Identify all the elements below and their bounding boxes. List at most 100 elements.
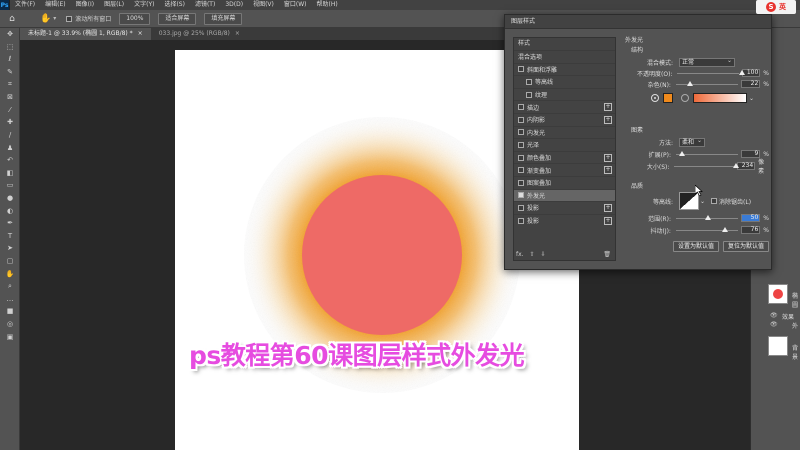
- dodge-tool-icon[interactable]: ◐: [0, 204, 20, 217]
- history-brush-icon[interactable]: ↶: [0, 154, 20, 167]
- blend-options-item[interactable]: 混合选项: [514, 50, 615, 63]
- slider-thumb[interactable]: [705, 214, 712, 220]
- crop-tool-icon[interactable]: ⌗: [0, 78, 20, 91]
- style-checkbox[interactable]: [518, 129, 524, 136]
- menu-item[interactable]: 图像(I): [71, 0, 99, 10]
- screen-mode-icon[interactable]: ▣: [0, 330, 20, 343]
- style-checkbox[interactable]: [518, 179, 524, 186]
- checkbox-box[interactable]: [66, 15, 73, 22]
- blend-mode-select[interactable]: 正常: [679, 57, 735, 67]
- style-checkbox[interactable]: [518, 154, 524, 161]
- style-checkbox[interactable]: [526, 91, 532, 98]
- zoom-100-button[interactable]: 100%: [119, 12, 151, 25]
- style-item[interactable]: 颜色叠加 +: [514, 150, 615, 164]
- style-item[interactable]: 内发光: [514, 125, 615, 139]
- tab-033-jpg[interactable]: 033.jpg @ 25% (RGB/8) ×: [150, 28, 248, 40]
- tab-untitled-1[interactable]: 未标题-1 @ 33.9% (椭圆 1, RGB/8) * ×: [20, 28, 151, 40]
- menu-item[interactable]: 文字(Y): [129, 0, 159, 10]
- ime-indicator[interactable]: S 英: [756, 0, 796, 14]
- glow-gradient-swatch[interactable]: [693, 93, 747, 103]
- add-style-button[interactable]: +: [604, 115, 612, 124]
- menu-item[interactable]: 图层(L): [99, 0, 129, 10]
- noise-input[interactable]: 22: [741, 80, 761, 88]
- style-item[interactable]: 内阴影 +: [514, 112, 615, 126]
- move-tool-icon[interactable]: ✥: [0, 28, 20, 41]
- home-icon[interactable]: ⌂: [6, 13, 18, 25]
- slider-thumb[interactable]: [732, 162, 739, 168]
- size-input[interactable]: 234: [736, 162, 756, 170]
- trash-icon[interactable]: 🗑: [603, 251, 611, 258]
- style-checkbox[interactable]: [526, 78, 532, 85]
- style-checkbox[interactable]: [518, 104, 524, 111]
- spread-slider[interactable]: [675, 150, 739, 156]
- blur-tool-icon[interactable]: ●: [0, 192, 20, 205]
- healing-brush-icon[interactable]: ✚: [0, 116, 20, 129]
- eye-icon[interactable]: 👁: [770, 321, 778, 328]
- style-checkbox[interactable]: [518, 192, 524, 199]
- more-tools-icon[interactable]: …: [0, 292, 20, 305]
- chevron-down-icon[interactable]: ⌄: [700, 198, 705, 205]
- styles-header[interactable]: 样式: [514, 38, 615, 50]
- brush-tool-icon[interactable]: /: [0, 129, 20, 142]
- zoom-tool-icon[interactable]: ⌕: [0, 280, 20, 293]
- style-item[interactable]: 斜面和浮雕: [514, 62, 615, 76]
- antialias-checkbox[interactable]: [711, 198, 718, 204]
- menu-item[interactable]: 选择(S): [159, 0, 190, 10]
- glow-color-swatch[interactable]: [663, 93, 673, 103]
- scroll-all-windows-checkbox[interactable]: 滚动所有窗口: [66, 14, 111, 23]
- style-item[interactable]: 描边 +: [514, 100, 615, 113]
- style-item[interactable]: 等高线: [514, 75, 615, 88]
- arrow-up-icon[interactable]: ⇧: [530, 251, 535, 258]
- clone-stamp-icon[interactable]: ♟: [0, 141, 20, 154]
- style-item[interactable]: 投影 +: [514, 213, 615, 227]
- menu-item[interactable]: 滤镜(T): [190, 0, 220, 10]
- style-checkbox[interactable]: [518, 217, 524, 224]
- add-style-button[interactable]: +: [604, 153, 612, 162]
- add-style-button[interactable]: +: [604, 166, 612, 175]
- jitter-input[interactable]: 76: [741, 226, 761, 234]
- menu-item[interactable]: 编辑(E): [40, 0, 70, 10]
- style-checkbox[interactable]: [518, 66, 524, 73]
- fit-screen-button[interactable]: 适合屏幕: [158, 12, 197, 25]
- reset-default-button[interactable]: 复位为默认值: [723, 241, 770, 252]
- add-style-button[interactable]: +: [604, 103, 612, 112]
- ellipse-shape[interactable]: [302, 175, 462, 335]
- jitter-slider[interactable]: [675, 226, 739, 232]
- solid-color-radio[interactable]: [651, 94, 659, 102]
- chevron-down-icon[interactable]: ⌄: [749, 95, 754, 102]
- slider-thumb[interactable]: [722, 226, 729, 232]
- range-slider[interactable]: [675, 214, 739, 220]
- type-tool-icon[interactable]: T: [0, 230, 20, 243]
- quick-select-icon[interactable]: ✎: [0, 66, 20, 79]
- frame-tool-icon[interactable]: ⊠: [0, 91, 20, 104]
- lasso-tool-icon[interactable]: ℓ: [0, 53, 20, 66]
- range-input[interactable]: 50: [741, 214, 761, 222]
- hand-tool-icon[interactable]: ✋: [40, 14, 51, 24]
- path-select-icon[interactable]: ➤: [0, 242, 20, 255]
- style-item[interactable]: 渐变叠加 +: [514, 163, 615, 176]
- eraser-icon[interactable]: ◧: [0, 167, 20, 180]
- style-item[interactable]: 外发光: [514, 188, 615, 202]
- style-item[interactable]: 投影 +: [514, 201, 615, 214]
- gradient-radio[interactable]: [681, 94, 689, 102]
- add-style-button[interactable]: +: [604, 216, 612, 225]
- gradient-tool-icon[interactable]: ▭: [0, 179, 20, 192]
- make-default-button[interactable]: 设置为默认值: [673, 241, 720, 252]
- style-item[interactable]: 图案叠加: [514, 175, 615, 189]
- layer-ellipse[interactable]: 椭圆: [764, 282, 800, 309]
- arrow-down-icon[interactable]: ⇩: [541, 251, 546, 258]
- noise-slider[interactable]: [675, 80, 739, 86]
- menu-item[interactable]: 视图(V): [248, 0, 279, 10]
- fx-button[interactable]: fx.: [516, 251, 524, 258]
- size-slider[interactable]: [674, 162, 739, 168]
- style-checkbox[interactable]: [518, 167, 524, 174]
- style-checkbox[interactable]: [518, 141, 524, 148]
- slider-thumb[interactable]: [687, 80, 694, 86]
- menu-item[interactable]: 3D(D): [220, 0, 248, 10]
- close-icon[interactable]: ×: [138, 28, 143, 40]
- eyedropper-icon[interactable]: ⁄: [0, 104, 20, 117]
- style-item[interactable]: 纹理: [514, 87, 615, 101]
- menu-item[interactable]: 帮助(H): [312, 0, 343, 10]
- shape-tool-icon[interactable]: ▢: [0, 255, 20, 268]
- style-checkbox[interactable]: [518, 204, 524, 211]
